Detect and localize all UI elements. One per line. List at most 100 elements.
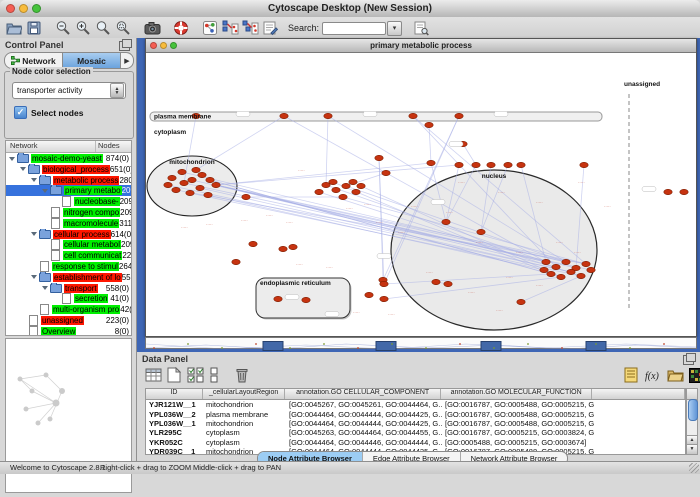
tree-col-network[interactable]: Network <box>6 141 95 152</box>
network-node[interactable] <box>587 267 595 272</box>
attribute-table-icon[interactable] <box>143 365 163 385</box>
matrix-view-icon[interactable] <box>686 365 700 385</box>
vizmapper-icon[interactable] <box>200 18 220 38</box>
formula-builder-icon[interactable]: f(x) <box>643 365 663 385</box>
network-node[interactable] <box>577 273 585 278</box>
network-node[interactable] <box>324 113 332 118</box>
network-node[interactable] <box>375 155 383 160</box>
tab-network[interactable]: Network <box>5 53 62 68</box>
search-input[interactable] <box>322 22 386 35</box>
column-header-id[interactable]: ID <box>146 389 203 399</box>
column-header-annotation-go-cellular-component[interactable]: annotation.GO CELLULAR_COMPONENT <box>285 389 440 399</box>
network-node[interactable] <box>232 259 240 264</box>
network-node[interactable] <box>329 179 337 184</box>
layout-by-degree-icon[interactable] <box>240 18 260 38</box>
network-node[interactable] <box>164 182 172 187</box>
tree-row-nucleobase-[interactable]: nucleobase-209(0) <box>6 196 131 207</box>
tab-overflow-arrow[interactable]: ▶ <box>120 53 133 68</box>
network-node[interactable] <box>580 162 588 167</box>
network-node[interactable] <box>680 189 688 194</box>
disclosure-triangle-icon[interactable] <box>31 275 37 279</box>
resize-grip[interactable] <box>689 463 699 473</box>
tree-row-secretion[interactable]: secretion41(0) <box>6 293 131 304</box>
zoom-selected-icon[interactable] <box>113 18 133 38</box>
column-header-empty[interactable] <box>592 389 685 399</box>
new-attribute-icon[interactable] <box>164 365 184 385</box>
network-node[interactable] <box>562 259 570 264</box>
network-node[interactable] <box>477 229 485 234</box>
network-edge[interactable] <box>326 116 328 185</box>
tree-row-cell-communicat[interactable]: cell communicat22(0) <box>6 250 131 261</box>
network-node[interactable] <box>409 113 417 118</box>
network-node[interactable] <box>380 281 388 286</box>
tree-row-cellular-metabol[interactable]: cellular metabol209(0) <box>6 239 131 250</box>
tree-col-nodes[interactable]: Nodes <box>95 141 131 152</box>
network-node[interactable] <box>206 177 214 182</box>
network-node[interactable] <box>547 271 555 276</box>
tree-row-metabolic-process[interactable]: metabolic process280(0) <box>6 175 131 186</box>
network-node[interactable] <box>455 113 463 118</box>
network-node[interactable] <box>504 162 512 167</box>
table-row-yjr121w__1[interactable]: YJR121W__1mitochondrion[GO:0045267, GO:0… <box>146 400 685 409</box>
attribute-table[interactable]: ID_cellularLayoutRegionannotation.GO CEL… <box>145 388 686 455</box>
tree-row-establishment-of-lo[interactable]: establishment of lo558(0) <box>6 272 131 283</box>
help-icon[interactable] <box>171 18 191 38</box>
network-node[interactable] <box>380 296 388 301</box>
network-canvas[interactable]: ········································… <box>146 52 696 336</box>
table-scrollbar[interactable]: ▲ ▼ <box>686 388 698 455</box>
tree-row-unassigned[interactable]: unassigned223(0) <box>6 315 131 326</box>
disclosure-triangle-icon[interactable] <box>9 157 15 161</box>
tab-mosaic[interactable]: Mosaic <box>62 53 120 68</box>
tree-row-transport[interactable]: transport558(0) <box>6 283 131 294</box>
network-node[interactable] <box>186 190 194 195</box>
column-header-annotation-go-molecular-function[interactable]: annotation.GO MOLECULAR_FUNCTION <box>441 389 592 399</box>
table-row-ypl036w__1[interactable]: YPL036W__1mitochondrion[GO:0044464, GO:0… <box>146 419 685 428</box>
attribute-list-icon[interactable] <box>621 365 641 385</box>
network-node[interactable] <box>172 187 180 192</box>
network-node[interactable] <box>196 185 204 190</box>
disclosure-triangle-icon[interactable] <box>31 178 37 182</box>
disclosure-triangle-icon[interactable] <box>20 167 26 171</box>
delete-attribute-icon[interactable] <box>232 365 252 385</box>
table-row-ypl036w__2[interactable]: YPL036W__2plasma membrane[GO:0044464, GO… <box>146 409 685 418</box>
float-panel-icon[interactable] <box>119 41 130 51</box>
network-node[interactable] <box>188 177 196 182</box>
network-node[interactable] <box>517 299 525 304</box>
network-node[interactable] <box>212 182 220 187</box>
network-node[interactable] <box>192 167 200 172</box>
network-node[interactable] <box>315 189 323 194</box>
tree-row-nitrogen-compo[interactable]: nitrogen compo209(0) <box>6 207 131 218</box>
tree-row-overview[interactable]: Overview8(0) <box>6 326 131 336</box>
column-header--cellularlayoutregion[interactable]: _cellularLayoutRegion <box>203 389 286 399</box>
network-node[interactable] <box>472 162 480 167</box>
tree-row-biological-process[interactable]: biological_process651(0) <box>6 164 131 175</box>
network-node[interactable] <box>249 241 257 246</box>
disclosure-triangle-icon[interactable] <box>42 286 48 290</box>
network-node[interactable] <box>427 160 435 165</box>
scroll-down-button[interactable]: ▼ <box>687 444 697 454</box>
network-node[interactable] <box>567 269 575 274</box>
scrollbar-thumb[interactable] <box>688 399 698 421</box>
network-node[interactable] <box>352 189 360 194</box>
tree-row-macromolecule[interactable]: macromolecule311(0) <box>6 218 131 229</box>
table-row-ykr052c[interactable]: YKR052Ccytoplasm[GO:0044464, GO:0044446,… <box>146 438 685 447</box>
network-node[interactable] <box>302 297 310 302</box>
network-node[interactable] <box>542 259 550 264</box>
network-node[interactable] <box>557 274 565 279</box>
zoom-out-icon[interactable] <box>53 18 73 38</box>
network-node[interactable] <box>487 162 495 167</box>
node-color-dropdown[interactable]: transporter activity ▲▼ <box>12 82 126 99</box>
background-view-strip[interactable] <box>145 337 697 349</box>
disclosure-triangle-icon[interactable] <box>31 232 37 236</box>
annotation-icon[interactable] <box>260 18 280 38</box>
open-file-icon[interactable] <box>4 18 24 38</box>
network-node[interactable] <box>365 292 373 297</box>
network-node[interactable] <box>432 279 440 284</box>
network-node[interactable] <box>382 170 390 175</box>
tree-row-primary-metabo[interactable]: primary metabo209(... <box>6 185 131 196</box>
import-attributes-icon[interactable] <box>665 365 685 385</box>
network-node[interactable] <box>280 113 288 118</box>
network-node[interactable] <box>552 264 560 269</box>
filter-icon[interactable] <box>411 18 431 38</box>
network-node[interactable] <box>357 183 365 188</box>
